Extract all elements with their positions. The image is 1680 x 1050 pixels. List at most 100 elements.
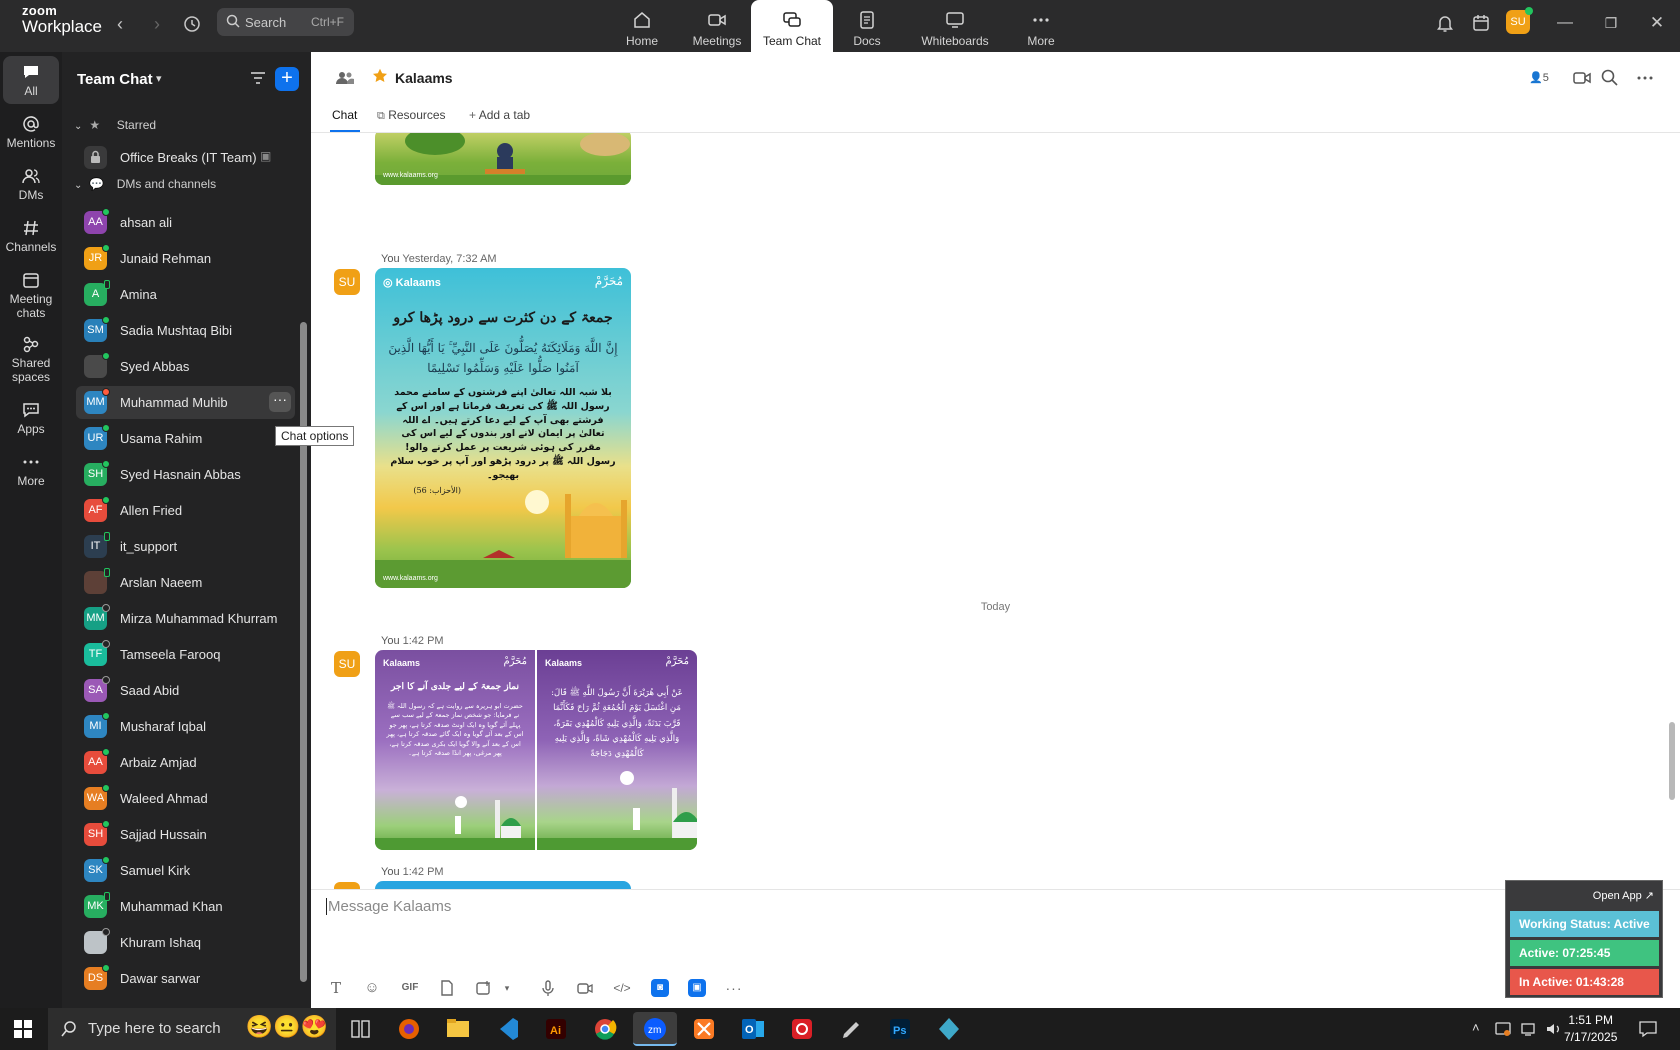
star-icon[interactable]: [371, 67, 389, 85]
xampp-icon[interactable]: [682, 1012, 726, 1046]
dm-item[interactable]: DS Dawar sarwar: [76, 962, 295, 995]
search-input[interactable]: Search Ctrl+F: [217, 8, 354, 36]
dm-item[interactable]: IT it_support: [76, 530, 295, 563]
dm-item[interactable]: MI Musharaf Iqbal: [76, 710, 295, 743]
zoom-workplace-logo[interactable]: zoom Workplace: [22, 4, 102, 35]
rail-dms[interactable]: DMs: [3, 160, 59, 208]
image-attachment[interactable]: Kalaams مُحَرَّمْ نماز جمعۃ کے لیے جلدی …: [375, 650, 535, 850]
video-icon[interactable]: [1572, 68, 1592, 88]
sidebar-scrollbar[interactable]: [300, 322, 307, 982]
tab-home[interactable]: Home: [601, 0, 683, 52]
dm-item[interactable]: SK Samuel Kirk: [76, 854, 295, 887]
illustrator-icon[interactable]: Ai: [534, 1012, 578, 1046]
dm-item[interactable]: AA ahsan ali: [76, 206, 295, 239]
message-scrollbar[interactable]: [1669, 722, 1675, 800]
sidebar-title[interactable]: Team Chat: [77, 71, 153, 88]
open-app-link[interactable]: Open App ↗: [1593, 889, 1654, 902]
sender-avatar[interactable]: SU: [334, 269, 360, 295]
more-options-icon[interactable]: [1635, 68, 1655, 88]
message-list[interactable]: www.kalaams.org You Yesterday, 7:32 AM S…: [311, 133, 1661, 889]
minimize-button[interactable]: —: [1554, 12, 1576, 34]
filter-icon[interactable]: [248, 68, 268, 88]
dm-item[interactable]: MM Muhammad Muhib ···: [76, 386, 295, 419]
sender-avatar[interactable]: SU: [334, 651, 360, 677]
dm-item[interactable]: Arslan Naeem: [76, 566, 295, 599]
dm-item[interactable]: Khuram Ishaq: [76, 926, 295, 959]
channel-name[interactable]: Kalaams: [395, 70, 453, 86]
chevron-down-icon[interactable]: ▾: [498, 979, 516, 997]
rail-shared-spaces[interactable]: Shared spaces: [3, 328, 59, 388]
chrome-icon[interactable]: [583, 1012, 627, 1046]
app-diamond-icon[interactable]: [927, 1012, 971, 1046]
members-panel-icon[interactable]: [335, 68, 355, 88]
dm-item[interactable]: MK Muhammad Khan: [76, 890, 295, 923]
message-input[interactable]: Message Kalaams: [326, 898, 451, 915]
back-button[interactable]: ‹: [109, 13, 131, 35]
taskbar-search[interactable]: Type here to search 😆😐😍: [48, 1008, 336, 1050]
close-button[interactable]: ✕: [1646, 12, 1668, 34]
sidebar-item-office-breaks[interactable]: Office Breaks (IT Team) ▣: [76, 141, 295, 174]
rail-all[interactable]: All: [3, 56, 59, 104]
tray-app-icon[interactable]: [1494, 1020, 1512, 1038]
dm-item[interactable]: SM Sadia Mushtaq Bibi: [76, 314, 295, 347]
dm-item[interactable]: SH Syed Hasnain Abbas: [76, 458, 295, 491]
creative-cloud-icon[interactable]: [780, 1012, 824, 1046]
dm-item[interactable]: SH Sajjad Hussain: [76, 818, 295, 851]
add-chat-button[interactable]: +: [275, 67, 299, 91]
text-format-icon[interactable]: T: [327, 979, 345, 997]
tab-resources[interactable]: ⧉ Resources: [377, 108, 446, 123]
chevron-down-icon[interactable]: ▾: [156, 72, 162, 85]
app-icon-2[interactable]: ▣: [688, 979, 706, 997]
dms-section-header[interactable]: ⌄ 💬 DMs and channels: [74, 177, 216, 191]
pen-tool-icon[interactable]: [829, 1012, 873, 1046]
dm-item[interactable]: WA Waleed Ahmad: [76, 782, 295, 815]
more-tools-icon[interactable]: ···: [725, 979, 743, 997]
rail-more[interactable]: More: [3, 446, 59, 494]
task-view-icon[interactable]: [338, 1012, 382, 1046]
member-count[interactable]: 👤5: [1529, 71, 1549, 84]
maximize-button[interactable]: ❐: [1600, 12, 1622, 34]
video-message-icon[interactable]: [576, 979, 594, 997]
search-icon[interactable]: [1600, 68, 1620, 88]
notification-bell-icon[interactable]: [1434, 12, 1456, 34]
dm-item[interactable]: AA Arbaiz Amjad: [76, 746, 295, 779]
taskbar-clock[interactable]: 1:51 PM 7/17/2025: [1564, 1012, 1617, 1046]
app-icon-1[interactable]: ◙: [651, 979, 669, 997]
windows-start-icon[interactable]: [14, 1020, 32, 1038]
vscode-icon[interactable]: [485, 1012, 529, 1046]
code-snippet-icon[interactable]: </>: [611, 979, 633, 997]
rail-meeting-chats[interactable]: Meeting chats: [3, 264, 59, 324]
chat-options-button[interactable]: ···: [269, 392, 291, 412]
zoom-taskbar-icon[interactable]: zm: [633, 1012, 677, 1046]
history-button[interactable]: [181, 13, 203, 35]
sender-avatar[interactable]: SU: [334, 882, 360, 889]
image-attachment[interactable]: Kalaams مُحَرَّمْ عَنْ أَبِي هُرَيْرَةَ …: [537, 650, 697, 850]
dm-item[interactable]: AF Allen Fried: [76, 494, 295, 527]
dm-item[interactable]: SA Saad Abid: [76, 674, 295, 707]
tab-add-a-tab[interactable]: + Add a tab: [469, 108, 530, 122]
user-avatar[interactable]: SU: [1506, 7, 1533, 34]
dm-item[interactable]: TF Tamseela Farooq: [76, 638, 295, 671]
photoshop-icon[interactable]: Ps: [878, 1012, 922, 1046]
dm-item[interactable]: JR Junaid Rehman: [76, 242, 295, 275]
tab-docs[interactable]: Docs: [826, 0, 908, 52]
notification-center-icon[interactable]: [1638, 1019, 1658, 1039]
dm-item[interactable]: A Amina: [76, 278, 295, 311]
tab-whiteboards[interactable]: Whiteboards: [913, 0, 997, 52]
dm-item[interactable]: MM Mirza Muhammad Khurram: [76, 602, 295, 635]
microphone-icon[interactable]: [539, 979, 557, 997]
screenshot-icon[interactable]: [475, 979, 493, 997]
tab-chat[interactable]: Chat: [332, 108, 357, 122]
calendar-icon[interactable]: [1470, 12, 1492, 34]
forward-button[interactable]: ›: [146, 13, 168, 35]
rail-channels[interactable]: Channels: [3, 212, 59, 260]
image-attachment[interactable]: ◎ Kalaams مُحَرَّمْ جمعۃ کے دن کثرت سے د…: [375, 268, 631, 588]
dm-item[interactable]: Syed Abbas: [76, 350, 295, 383]
tab-team-chat[interactable]: Team Chat: [751, 0, 833, 52]
starred-section-header[interactable]: ⌄ ★ Starred: [74, 118, 156, 132]
rail-apps[interactable]: Apps: [3, 394, 59, 442]
firefox-icon[interactable]: [387, 1012, 431, 1046]
tab-more[interactable]: More: [1000, 0, 1082, 52]
tray-chevron-icon[interactable]: ˄: [1472, 1020, 1480, 1035]
file-explorer-icon[interactable]: [436, 1012, 480, 1046]
